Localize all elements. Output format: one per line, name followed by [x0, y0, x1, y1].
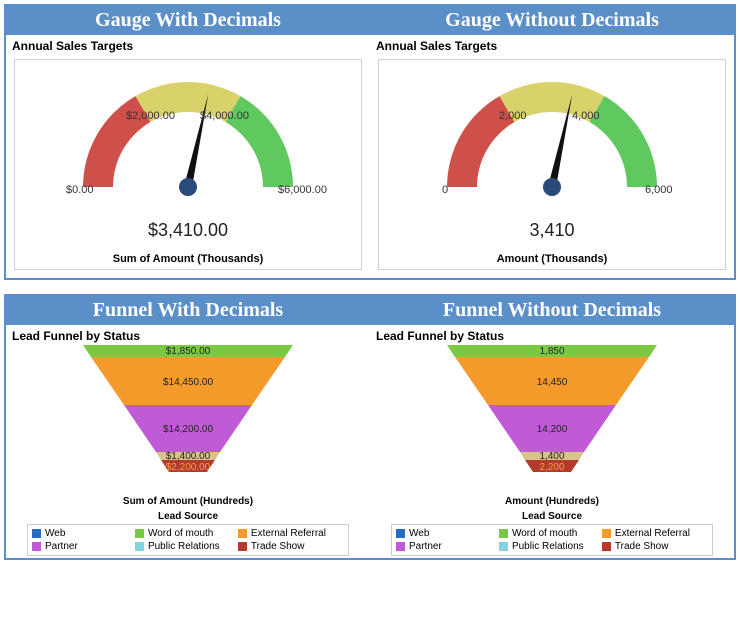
funnel-val-1: $14,450.00 — [163, 377, 213, 388]
legend-label: Partner — [45, 541, 78, 552]
gauge-right-svg — [402, 72, 702, 202]
swatch-icon — [499, 542, 508, 551]
funnel-val-3: $1,400.00 — [166, 451, 211, 462]
legend-item-wom: Word of mouth — [499, 527, 602, 540]
funnel-val-0: $1,850.00 — [166, 346, 211, 357]
funnel-left-legend: Web Word of mouth External Referral Part… — [27, 524, 349, 556]
funnel-right-axis-label: Amount (Hundreds) — [387, 496, 717, 507]
funnel-right-title: Funnel Without Decimals — [370, 296, 734, 325]
legend-item-pr: Public Relations — [499, 540, 602, 553]
legend-label: Trade Show — [251, 541, 305, 552]
legend-label: Public Relations — [148, 541, 220, 552]
gauge-hub — [179, 178, 197, 196]
funnel-left-subtitle: Lead Funnel by Status — [6, 325, 370, 345]
funnel-with-decimals-col: Funnel With Decimals Lead Funnel by Stat… — [6, 296, 370, 558]
legend-label: Partner — [409, 541, 442, 552]
gauge-left-axis-label: Sum of Amount (Thousands) — [19, 253, 357, 265]
swatch-icon — [32, 542, 41, 551]
funnel-left-title: Funnel With Decimals — [6, 296, 370, 325]
legend-item-partner: Partner — [396, 540, 499, 553]
gauge-left-svg — [38, 72, 338, 202]
funnel-comparison-section: Funnel With Decimals Lead Funnel by Stat… — [4, 294, 736, 560]
funnel-without-decimals-col: Funnel Without Decimals Lead Funnel by S… — [370, 296, 734, 558]
legend-item-pr: Public Relations — [135, 540, 238, 553]
gauge-hub — [543, 178, 561, 196]
legend-label: External Referral — [251, 528, 326, 539]
gauge-tick-1: $2,000.00 — [126, 110, 175, 122]
legend-item-ts: Trade Show — [602, 540, 705, 553]
gauge-tick-3: 6,000 — [645, 184, 673, 196]
funnel-val-2: 14,200 — [537, 424, 568, 435]
legend-label: Trade Show — [615, 541, 669, 552]
gauge-right-subtitle: Annual Sales Targets — [370, 35, 734, 55]
legend-item-ext: External Referral — [238, 527, 341, 540]
funnel-right-legend-title: Lead Source — [387, 511, 717, 522]
legend-item-web: Web — [32, 527, 135, 540]
legend-label: Word of mouth — [512, 528, 577, 539]
legend-label: External Referral — [615, 528, 690, 539]
gauge-band-green — [590, 96, 658, 187]
gauge-tick-2: $4,000.00 — [200, 110, 249, 122]
funnel-val-4: 2,200 — [539, 462, 564, 473]
funnel-right-svg: 1,850 14,450 14,200 1,400 2,200 — [427, 345, 677, 495]
swatch-icon — [602, 542, 611, 551]
legend-item-wom: Word of mouth — [135, 527, 238, 540]
funnel-right-panel: 1,850 14,450 14,200 1,400 2,200 Amount (… — [387, 345, 717, 556]
funnel-val-1: 14,450 — [537, 377, 568, 388]
funnel-right-subtitle: Lead Funnel by Status — [370, 325, 734, 345]
gauge-tick-0: $0.00 — [66, 184, 94, 196]
legend-label: Word of mouth — [148, 528, 213, 539]
legend-label: Web — [45, 528, 65, 539]
swatch-icon — [396, 529, 405, 538]
gauge-right-panel: 0 2,000 4,000 6,000 3,410 Amount (Thousa… — [378, 59, 726, 270]
funnel-val-3: 1,400 — [539, 451, 564, 462]
legend-item-web: Web — [396, 527, 499, 540]
gauge-left-title: Gauge With Decimals — [6, 6, 370, 35]
gauge-left-panel: $0.00 $2,000.00 $4,000.00 $6,000.00 $3,4… — [14, 59, 362, 270]
legend-item-ext: External Referral — [602, 527, 705, 540]
funnel-left-axis-label: Sum of Amount (Hundreds) — [23, 496, 353, 507]
gauge-with-decimals-col: Gauge With Decimals Annual Sales Targets… — [6, 6, 370, 278]
legend-item-partner: Partner — [32, 540, 135, 553]
swatch-icon — [499, 529, 508, 538]
legend-item-ts: Trade Show — [238, 540, 341, 553]
gauge-right-value: 3,410 — [383, 220, 721, 241]
funnel-right-legend: Web Word of mouth External Referral Part… — [391, 524, 713, 556]
funnel-val-4: $2,200.00 — [166, 462, 211, 473]
funnel-left-svg: $1,850.00 $14,450.00 $14,200.00 $1,400.0… — [63, 345, 313, 495]
funnel-val-2: $14,200.00 — [163, 424, 213, 435]
swatch-icon — [135, 529, 144, 538]
swatch-icon — [238, 542, 247, 551]
gauge-right-axis-label: Amount (Thousands) — [383, 253, 721, 265]
swatch-icon — [396, 542, 405, 551]
legend-label: Public Relations — [512, 541, 584, 552]
gauge-comparison-section: Gauge With Decimals Annual Sales Targets… — [4, 4, 736, 280]
swatch-icon — [32, 529, 41, 538]
gauge-tick-2: 4,000 — [572, 110, 600, 122]
swatch-icon — [238, 529, 247, 538]
gauge-right-title: Gauge Without Decimals — [370, 6, 734, 35]
gauge-left-value: $3,410.00 — [19, 220, 357, 241]
gauge-without-decimals-col: Gauge Without Decimals Annual Sales Targ… — [370, 6, 734, 278]
gauge-tick-0: 0 — [442, 184, 448, 196]
swatch-icon — [602, 529, 611, 538]
swatch-icon — [135, 542, 144, 551]
legend-label: Web — [409, 528, 429, 539]
funnel-left-panel: $1,850.00 $14,450.00 $14,200.00 $1,400.0… — [23, 345, 353, 556]
gauge-left-subtitle: Annual Sales Targets — [6, 35, 370, 55]
gauge-tick-3: $6,000.00 — [278, 184, 327, 196]
funnel-left-legend-title: Lead Source — [23, 511, 353, 522]
gauge-tick-1: 2,000 — [499, 110, 527, 122]
funnel-val-0: 1,850 — [539, 346, 564, 357]
